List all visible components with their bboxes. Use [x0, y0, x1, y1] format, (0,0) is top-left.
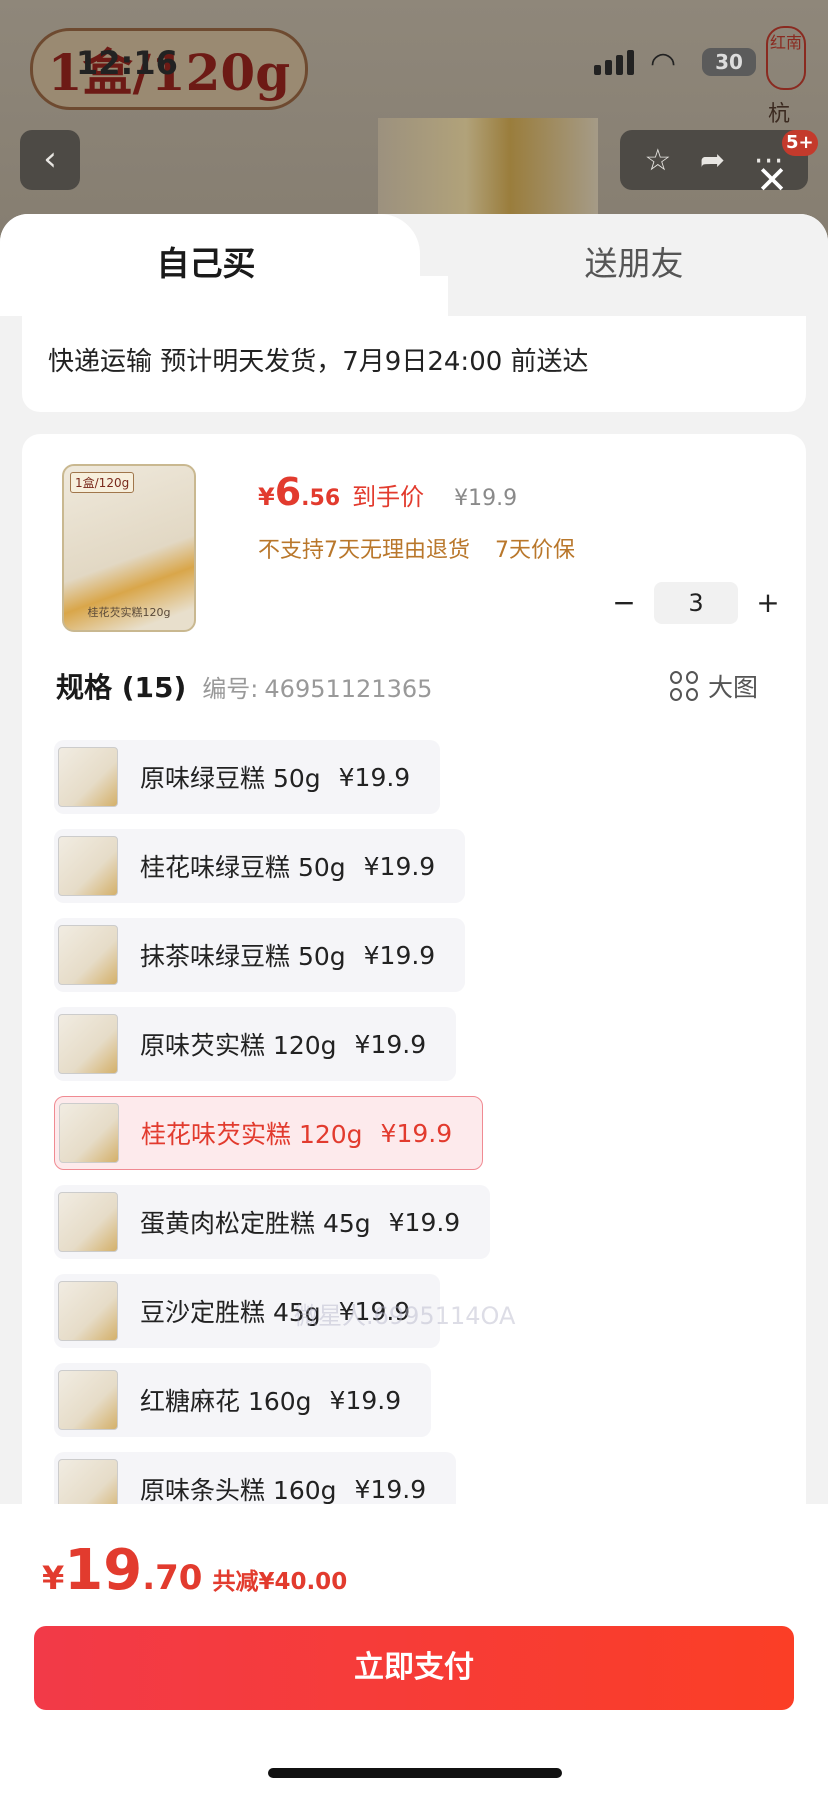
spec-option[interactable]: 原味绿豆糕 50g ¥19.9: [54, 740, 441, 814]
total-price-row: ¥ 19 .70 共减¥40.00: [42, 1538, 347, 1603]
quantity-value[interactable]: 3: [654, 582, 738, 624]
spec-option[interactable]: 原味芡实糕 120g ¥19.9: [54, 1007, 457, 1081]
favorite-star-icon[interactable]: ☆: [644, 143, 671, 178]
no-return-policy: 不支持7天无理由退货: [258, 538, 470, 563]
tab-buy-for-self[interactable]: 自己买: [0, 214, 448, 316]
wifi-icon: ◠: [650, 46, 677, 81]
total-integer: 19: [64, 1538, 143, 1603]
spec-thumbnail: [58, 925, 118, 985]
spec-option-name: 蛋黄肉松定胜糕 45g: [140, 1209, 371, 1238]
spec-option-price: ¥19.9: [363, 851, 436, 881]
spec-thumbnail: [58, 747, 118, 807]
policy-row: 不支持7天无理由退货 7天价保: [258, 532, 593, 564]
home-indicator: [268, 1768, 562, 1778]
spec-option[interactable]: 桂花味绿豆糕 50g ¥19.9: [54, 829, 466, 903]
price-decimal: .56: [301, 486, 341, 511]
price-currency: ¥: [258, 483, 275, 511]
quantity-decrease-button[interactable]: −: [602, 583, 646, 623]
background-product-photo: [378, 118, 598, 228]
thumbnail-tag: 1盒/120g: [70, 472, 135, 493]
spec-option-price: ¥19.9: [363, 940, 436, 970]
spec-option-name: 豆沙定胜糕 45g: [140, 1298, 321, 1327]
status-bar: 12:16 ◠ 30: [0, 0, 828, 120]
spec-thumbnail: [58, 1014, 118, 1074]
total-currency: ¥: [42, 1559, 65, 1597]
spec-option-name: 原味条头糕 160g: [140, 1476, 337, 1505]
spec-option-name: 桂花味芡实糕 120g: [141, 1120, 363, 1149]
quantity-increase-button[interactable]: +: [746, 583, 790, 623]
spec-option[interactable]: 红糖麻花 160g ¥19.9: [54, 1363, 432, 1437]
spec-option-name: 抹茶味绿豆糕 50g: [140, 942, 346, 971]
spec-option-name: 桂花味绿豆糕 50g: [140, 853, 346, 882]
spec-thumbnail: [58, 1281, 118, 1341]
spec-option-price: ¥19.9: [354, 1029, 427, 1059]
notification-badge: 5+: [782, 130, 818, 156]
thumbnail-caption: 桂花芡实糕120g: [87, 606, 171, 619]
spec-code-label: 编号:: [202, 675, 259, 703]
product-thumbnail[interactable]: 1盒/120g 桂花芡实糕120g: [62, 464, 196, 632]
battery-indicator: 30: [702, 48, 756, 76]
close-icon[interactable]: ✕: [752, 160, 792, 200]
price-label: 到手价: [352, 483, 425, 511]
price-row: ¥ 6 .56 到手价 ¥19.9: [258, 470, 517, 514]
spec-option[interactable]: 豆沙定胜糕 45g ¥19.9: [54, 1274, 441, 1348]
spec-option-price: ¥19.9: [338, 1296, 411, 1326]
cellular-signal-icon: [594, 50, 634, 75]
purchase-tabs: 自己买 送朋友: [0, 214, 828, 316]
big-picture-label: 大图: [708, 673, 759, 702]
total-discount: 共减¥40.00: [212, 1569, 348, 1595]
quantity-stepper: − 3 +: [602, 582, 790, 624]
spec-option-price: ¥19.9: [329, 1385, 402, 1415]
share-icon[interactable]: ➦: [700, 143, 725, 178]
status-time: 12:16: [76, 44, 178, 82]
spec-option-price: ¥19.9: [380, 1118, 453, 1148]
spec-thumbnail: [58, 836, 118, 896]
tab-gift-to-friend[interactable]: 送朋友: [440, 214, 828, 316]
spec-option-name: 原味芡实糕 120g: [140, 1031, 337, 1060]
spec-option-price: ¥19.9: [388, 1207, 461, 1237]
spec-option-name: 红糖麻花 160g: [140, 1387, 312, 1416]
delivery-info: 快递运输 预计明天发货，7月9日24:00 前送达: [22, 316, 806, 412]
spec-code: 46951121365: [264, 675, 433, 703]
spec-thumbnail: [58, 1192, 118, 1252]
back-button[interactable]: ‹: [20, 130, 80, 190]
total-decimal: .70: [142, 1558, 203, 1598]
price-integer: 6: [274, 470, 302, 514]
price-protection-policy: 7天价保: [495, 538, 575, 563]
spec-title: 规格 (15): [56, 671, 187, 704]
original-price: ¥19.9: [454, 486, 518, 511]
spec-option-price: ¥19.9: [338, 762, 411, 792]
grid-view-icon: [670, 671, 700, 701]
checkout-footer: ¥ 19 .70 共减¥40.00 立即支付: [0, 1504, 828, 1796]
big-picture-toggle[interactable]: 大图: [670, 668, 758, 704]
spec-thumbnail: [58, 1370, 118, 1430]
spec-option-selected[interactable]: 桂花味芡实糕 120g ¥19.9: [54, 1096, 484, 1170]
spec-option[interactable]: 抹茶味绿豆糕 50g ¥19.9: [54, 918, 466, 992]
pay-now-button[interactable]: 立即支付: [34, 1626, 794, 1710]
spec-thumbnail: [59, 1103, 119, 1163]
spec-option[interactable]: 蛋黄肉松定胜糕 45g ¥19.9: [54, 1185, 491, 1259]
spec-header: 规格 (15) 编号: 46951121365: [56, 666, 432, 706]
spec-option-name: 原味绿豆糕 50g: [140, 764, 321, 793]
spec-option-price: ¥19.9: [354, 1474, 427, 1504]
